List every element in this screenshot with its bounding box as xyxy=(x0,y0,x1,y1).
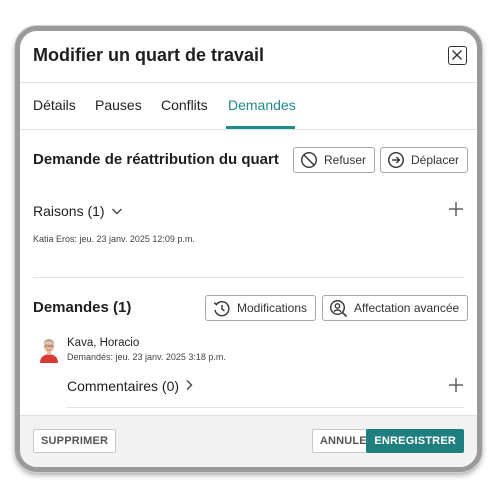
plus-icon xyxy=(449,202,463,216)
section-divider xyxy=(33,277,464,278)
prohibited-icon xyxy=(300,151,318,169)
tab-pauses[interactable]: Pauses xyxy=(95,97,142,113)
comments-label: Commentaires (0) xyxy=(67,378,180,394)
modifications-button[interactable]: Modifications xyxy=(205,295,317,321)
comments-divider xyxy=(67,407,464,408)
delete-button[interactable]: SUPPRIMER xyxy=(33,429,117,453)
arrow-circle-right-icon xyxy=(387,151,405,169)
user-search-icon xyxy=(329,299,348,318)
tab-requests[interactable]: Demandes xyxy=(228,97,296,113)
move-button[interactable]: Déplacer xyxy=(380,147,469,173)
dialog-frame: Modifier un quart de travail Détails Pau… xyxy=(15,26,482,472)
requests-title: Demandes (1) xyxy=(33,299,132,316)
request-timestamp: Demandés: jeu. 23 janv. 2025 3:18 p.m. xyxy=(67,352,226,362)
active-tab-indicator xyxy=(226,126,295,129)
refuse-label: Refuser xyxy=(324,153,367,167)
reasons-label: Raisons (1) xyxy=(33,203,105,219)
reason-entry: Katia Eros: jeu. 23 janv. 2025 12:09 p.m… xyxy=(33,234,195,244)
chevron-right-icon xyxy=(186,380,193,390)
history-icon xyxy=(212,299,231,318)
move-label: Déplacer xyxy=(411,153,460,167)
requester-name: Kava, Horacio xyxy=(67,337,140,349)
add-comment-button[interactable] xyxy=(448,377,464,397)
save-button[interactable]: ENREGISTRER xyxy=(366,429,464,453)
dialog-title: Modifier un quart de travail xyxy=(33,45,265,65)
tab-bar: Détails Pauses Conflits Demandes xyxy=(20,83,477,130)
advanced-label: Affectation avancée xyxy=(354,301,460,315)
advanced-assignment-button[interactable]: Affectation avancée xyxy=(322,295,469,321)
chevron-down-icon xyxy=(112,208,123,215)
edit-shift-dialog: Modifier un quart de travail Détails Pau… xyxy=(20,31,477,467)
reasons-toggle[interactable]: Raisons (1) xyxy=(33,203,123,219)
add-reason-button[interactable] xyxy=(448,201,464,221)
reassignment-title: Demande de réattribution du quart xyxy=(33,151,279,168)
tab-conflicts[interactable]: Conflits xyxy=(161,97,208,113)
tab-details[interactable]: Détails xyxy=(33,97,76,113)
modifications-label: Modifications xyxy=(237,301,308,315)
refuse-button[interactable]: Refuser xyxy=(293,147,376,173)
plus-icon xyxy=(449,378,463,392)
close-button[interactable] xyxy=(448,46,467,65)
close-icon xyxy=(452,50,462,60)
avatar xyxy=(38,336,60,363)
comments-toggle[interactable]: Commentaires (0) xyxy=(67,378,194,394)
dialog-header: Modifier un quart de travail xyxy=(20,31,477,83)
dialog-footer: SUPPRIMER ANNULER ENREGISTRER xyxy=(20,415,477,467)
